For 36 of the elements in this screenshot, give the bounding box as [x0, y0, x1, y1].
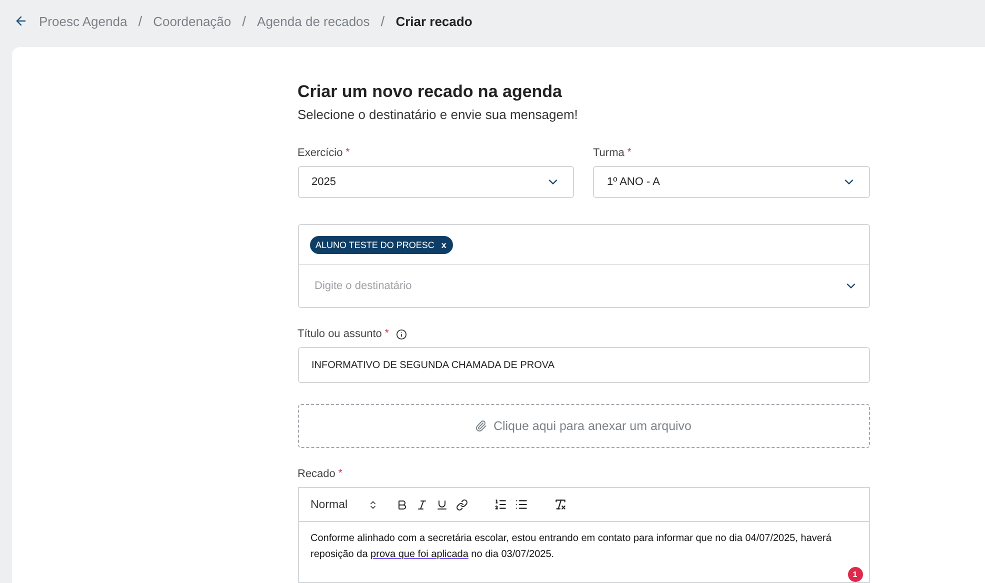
select-field[interactable]: 2025 [298, 166, 574, 198]
message-text: Conforme alinhado com a secretária escolar, estou entrando em contato para informar que no dia 04/07/2025, haverá reposição da prova que foi aplicada no dia 03/07/2025. [310, 533, 832, 560]
italic-button[interactable] [416, 498, 428, 510]
required-mark: * [627, 147, 632, 158]
breadcrumb-separator: / [242, 13, 246, 29]
page-title: Criar um novo recado na agenda [298, 82, 564, 102]
recipient-tag: ALUNO TESTE DO PROESC x [310, 236, 454, 254]
breadcrumb-current: Criar recado [396, 14, 472, 28]
breadcrumb-separator: / [138, 13, 142, 29]
issue-count-badge[interactable]: 1 [848, 567, 862, 582]
format-select[interactable]: Normal [310, 498, 378, 510]
page-subtitle: Selecione o destinatário e envie sua mensagem! [298, 107, 579, 122]
bold-button[interactable] [396, 498, 408, 510]
required-mark: * [346, 147, 350, 158]
required-mark: * [338, 468, 342, 479]
paperclip-icon [475, 420, 488, 432]
field-label: Turma [593, 147, 624, 159]
required-mark: * [384, 328, 389, 339]
select-field[interactable]: 1º ANO - A [593, 166, 870, 198]
ordered-list-button[interactable] [494, 498, 507, 511]
remove-tag-button[interactable]: x [441, 240, 446, 250]
field-label: Título ou assunto [298, 328, 382, 340]
recipient-placeholder: Digite o destinatário [314, 280, 412, 292]
up-down-icon [368, 500, 378, 510]
subject-input[interactable]: INFORMATIVO DE SEGUNDA CHAMADA DE PROVA [298, 347, 870, 383]
underline-button[interactable] [436, 498, 448, 510]
link-button[interactable] [456, 498, 468, 510]
field-label: Exercício [298, 147, 343, 159]
clear-format-button[interactable] [554, 498, 567, 511]
recipient-field[interactable]: ALUNO TESTE DO PROESC x Digite o destinatário [298, 224, 870, 308]
field-label: Recado [298, 468, 336, 480]
attachment-dropzone[interactable]: Clique aqui para anexar um arquivo [298, 404, 870, 448]
info-icon [396, 328, 407, 340]
breadcrumb-separator: / [380, 13, 385, 29]
bullet-list-button[interactable] [514, 498, 528, 511]
message-editor[interactable]: Normal Conforme alinhado com a secretária escolar, estou entrando em contato para informar que no dia 04/07/2025, haverá reposição da prova que foi aplicada no dia 03/07/2025. 1 [298, 487, 870, 583]
